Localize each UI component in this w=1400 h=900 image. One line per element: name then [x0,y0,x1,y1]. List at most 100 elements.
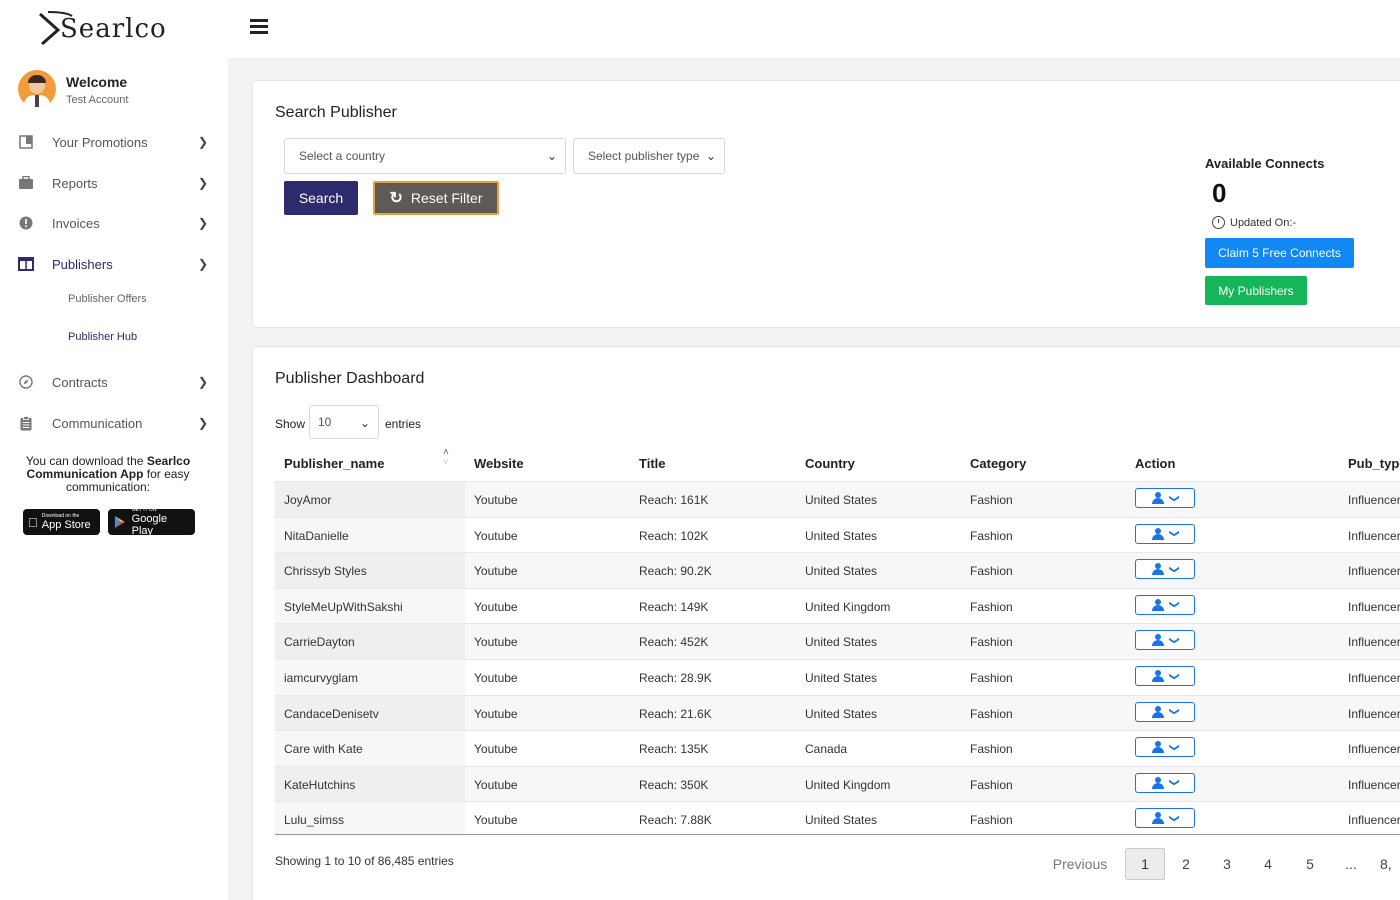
pagination-ellipsis: ... [1345,856,1357,872]
sidebar-item-label: Publishers [52,256,113,272]
entries-length-select[interactable]: 10 ⌄ [309,405,379,439]
cell-publisher-name: iamcurvyglam [284,671,359,685]
pagination-page-2[interactable]: 2 [1172,848,1200,880]
briefcase-icon [18,175,34,191]
chevron-right-icon: ❯ [198,176,209,190]
user-icon [1151,812,1164,825]
searlco-logo[interactable]: Searlco [36,8,186,48]
cell-publisher-name: CandaceDenisetv [284,706,379,721]
compass-icon [18,374,34,390]
column-header-country[interactable]: Country [805,456,855,471]
chevron-down-icon: ❯ [1168,564,1180,574]
cell-pub-type: Influencer [1348,671,1400,685]
cell-pub-type: Influencer [1348,599,1400,614]
top-bar [228,0,1400,58]
entries-label: entries [385,417,422,431]
pagination-page-3[interactable]: 3 [1213,848,1241,880]
user-icon [1151,527,1164,540]
cell-category: Fashion [970,706,1013,721]
sidebar-item-your-promotions[interactable]: Your Promotions ❯ [18,131,208,153]
sidebar-item-contracts[interactable]: Contracts ❯ [18,371,208,393]
pagination-previous[interactable]: Previous [1046,848,1114,880]
column-header-website[interactable]: Website [474,456,524,471]
my-publishers-button[interactable]: My Publishers [1205,276,1307,305]
action-dropdown-button[interactable]: ❯ [1135,666,1195,686]
chevron-down-icon: ❯ [1168,529,1180,538]
action-dropdown-button[interactable]: ❯ [1135,594,1195,615]
claim-free-connects-button[interactable]: Claim 5 Free Connects [1205,238,1354,268]
chevron-right-icon: ❯ [198,135,209,149]
user-icon [1151,776,1164,789]
sidebar-item-invoices[interactable]: Invoices ❯ [18,212,208,234]
logo-text: Searlco [60,14,167,44]
pagination-page-4[interactable]: 4 [1254,848,1282,880]
alert-circle-icon [18,215,34,231]
columns-icon [18,256,34,272]
table-row: iamcurvyglam Youtube Reach: 28.9K United St… [275,659,1400,695]
search-button[interactable]: Search [284,181,358,215]
sidebar-item-communication[interactable]: Communication ❯ [18,412,208,434]
apple-icon:  [28,515,38,530]
cell-pub-type: Influencer [1348,635,1400,650]
reset-filter-label: Reset Filter [410,190,483,206]
action-dropdown-button[interactable]: ❯ [1135,808,1195,829]
action-dropdown-button[interactable]: ❯ [1135,559,1195,580]
column-header-pub-type[interactable]: Pub_type [1348,456,1400,471]
chevron-down-icon: ❯ [1168,493,1180,503]
table-bottom-border [275,834,1400,835]
cell-title: Reach: 21.6K [639,706,712,721]
sidebar-item-reports[interactable]: Reports ❯ [18,172,208,194]
cell-website: Youtube [474,493,518,507]
column-header-publisher-name[interactable]: Publisher_name [284,456,384,471]
action-dropdown-button[interactable]: ❯ [1135,772,1195,793]
chevron-right-icon: ❯ [198,216,209,230]
cell-country: United States [805,706,878,721]
chevron-down-icon: ❯ [1168,671,1180,681]
action-dropdown-button[interactable]: ❯ [1135,488,1195,508]
cell-country: United States [805,671,878,685]
action-dropdown-button[interactable]: ❯ [1135,523,1195,544]
country-select[interactable]: Select a country ⌄ [284,138,566,174]
cell-country: United Kingdom [805,777,891,792]
cell-website: Youtube [474,671,518,685]
app-store-button[interactable]:  Download on theApp Store [23,509,100,535]
cell-title: Reach: 7.88K [639,813,712,828]
sidebar-item-label: Contracts [52,374,108,390]
action-dropdown-button[interactable]: ❯ [1135,701,1195,722]
google-play-button[interactable]: GET IT ON Google Play [108,507,195,537]
hamburger-menu-icon[interactable] [250,18,268,34]
cell-title: Reach: 161K [639,493,709,507]
sort-icon[interactable]: ˄ ˅ [443,448,449,468]
column-header-category[interactable]: Category [970,456,1026,471]
sidebar-subitem-publisher-offers[interactable]: Publisher Offers [68,293,147,305]
cell-category: Fashion [970,599,1013,614]
table-row: CarrieDayton Youtube Reach: 452K United Sta… [275,623,1400,659]
cell-website: Youtube [474,564,518,579]
cell-publisher-name: StyleMeUpWithSakshi [284,599,403,614]
column-header-title[interactable]: Title [639,456,666,471]
cell-country: United States [805,528,878,543]
publisher-type-select[interactable]: Select publisher type ⌄ [573,138,725,174]
chevron-down-icon: ⌄ [546,149,557,163]
cell-publisher-name: Lulu_simss [284,813,345,828]
pagination-page-1[interactable]: 1 [1125,848,1165,880]
reset-filter-button[interactable]: ↻ Reset Filter [373,181,499,215]
cell-pub-type: Influencer [1348,777,1400,792]
action-dropdown-button[interactable]: ❯ [1135,737,1195,758]
pagination-page-last[interactable]: 8, [1380,848,1400,880]
chevron-right-icon: ❯ [198,257,209,271]
cell-category: Fashion [970,777,1013,792]
sidebar-item-label: Communication [52,415,143,431]
sidebar: Searlco Welcome Test Account Your Promot… [0,0,228,900]
user-icon [1151,563,1164,576]
action-dropdown-button[interactable]: ❯ [1135,630,1195,651]
column-header-action[interactable]: Action [1135,456,1175,471]
entries-length-value: 10 [318,415,332,429]
cell-title: Reach: 102K [639,528,709,543]
cell-publisher-name: NitaDanielle [284,528,349,543]
pagination-page-5[interactable]: 5 [1296,848,1324,880]
clipboard-icon [18,415,34,431]
cell-country: Canada [805,742,848,757]
sidebar-item-publishers[interactable]: Publishers ❯ [18,253,208,275]
sidebar-subitem-publisher-hub[interactable]: Publisher Hub [68,331,137,343]
